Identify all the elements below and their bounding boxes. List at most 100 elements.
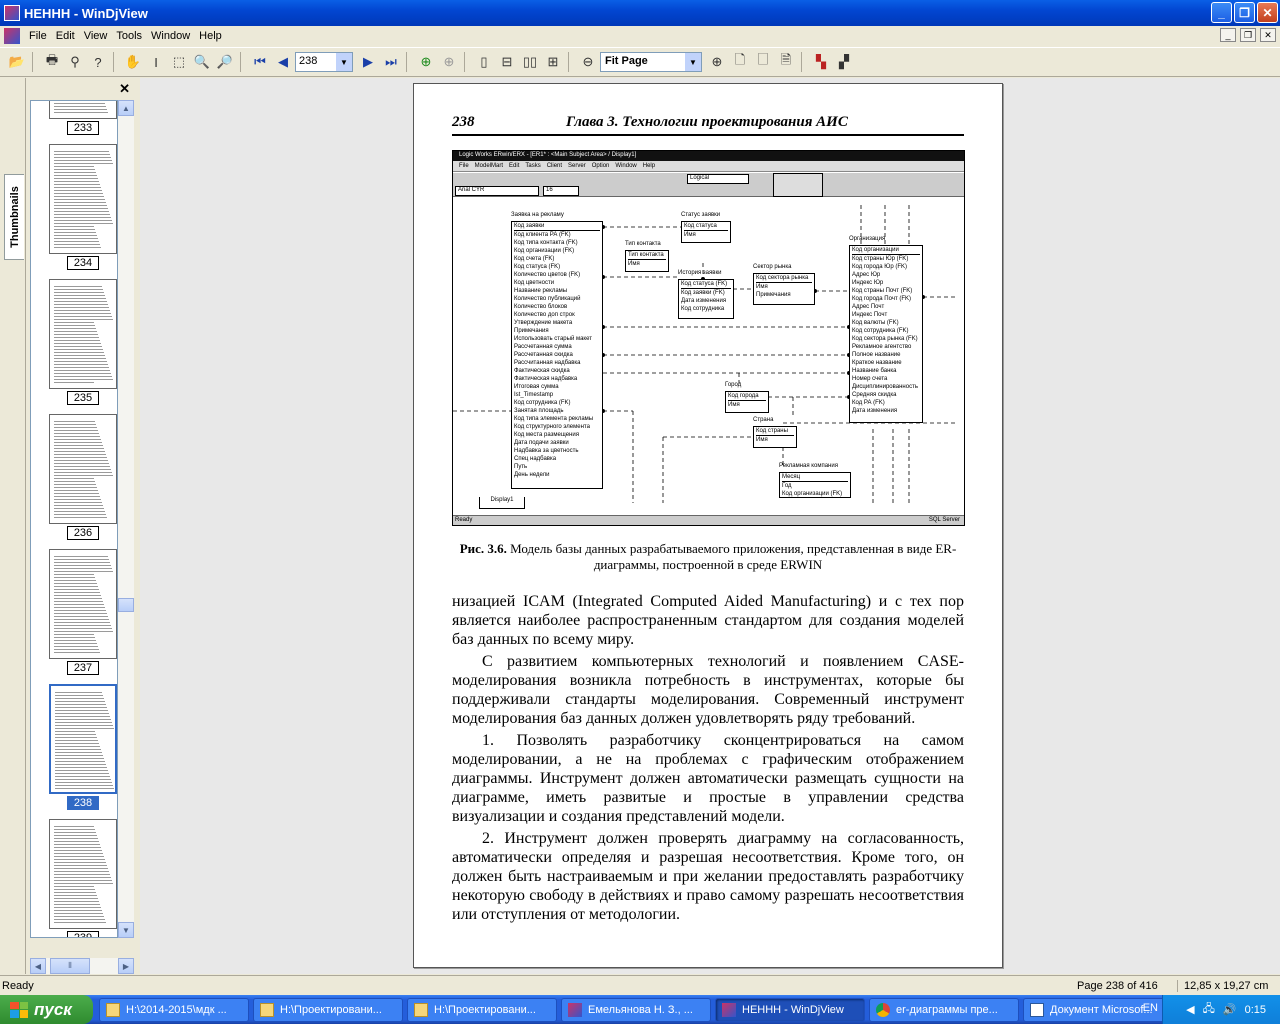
minimize-button[interactable]: _: [1211, 2, 1232, 23]
thumbnail-item[interactable]: 233: [49, 101, 117, 135]
volume-icon[interactable]: 🔊: [1223, 1003, 1237, 1016]
page-number-input[interactable]: 238 ▼: [295, 52, 353, 72]
thumbnail-item-selected[interactable]: 238: [49, 684, 117, 810]
entity-field: Код типа элемента рекламы: [514, 416, 594, 422]
fit-page-icon[interactable]: 🗌: [752, 51, 774, 73]
body-text: низацией ICAM (Integrated Computed Aided…: [452, 592, 964, 927]
scroll-thumb[interactable]: ⦀: [50, 958, 90, 974]
zoom-rect-icon[interactable]: 🔎: [214, 51, 236, 73]
thumbnail-page[interactable]: [49, 549, 117, 659]
zoom-in-icon[interactable]: ⊕: [706, 51, 728, 73]
taskbar-button[interactable]: H:\Проектировани...: [253, 997, 403, 1022]
thumbnail-horizontal-scrollbar[interactable]: ◀ ⦀ ▶: [30, 958, 134, 974]
thumbnail-page[interactable]: [49, 414, 117, 524]
help-icon[interactable]: ?: [87, 51, 109, 73]
first-page-icon[interactable]: ⏮: [249, 51, 271, 73]
open-icon[interactable]: 📂: [6, 51, 28, 73]
thumbnail-page[interactable]: [49, 144, 117, 254]
thumbnail-text-line: [54, 922, 106, 923]
language-indicator[interactable]: EN: [1143, 1002, 1158, 1014]
thumbnail-item[interactable]: 237: [49, 549, 117, 675]
menu-window[interactable]: Window: [148, 30, 196, 42]
display-mode-color-icon[interactable]: ▚: [810, 51, 832, 73]
display-mode-bw-icon[interactable]: ▞: [833, 51, 855, 73]
close-panel-icon[interactable]: ✕: [119, 81, 130, 97]
taskbar-button[interactable]: Емельянова Н. З., ...: [561, 997, 711, 1022]
thumbnail-text-line: [55, 695, 103, 696]
network-icon[interactable]: 🖧: [1203, 1000, 1215, 1019]
actual-size-icon[interactable]: 🗋: [729, 51, 751, 73]
figure-status: Ready SQL Server: [453, 515, 964, 525]
er-diagram-figure: Logic Works ERwin/ERX - [ER1* : <Main Su…: [452, 150, 965, 526]
chevron-down-icon[interactable]: ▼: [336, 53, 352, 71]
thumbnail-list[interactable]: 233 234 235 236 237 238 239: [30, 100, 118, 938]
menu-tools[interactable]: Tools: [113, 30, 148, 42]
scroll-right-icon[interactable]: ▶: [118, 958, 134, 974]
thumbnail-page[interactable]: [49, 279, 117, 389]
thumbnail-vertical-scrollbar[interactable]: ▲ ▼: [118, 100, 134, 938]
taskbar-button-active[interactable]: НЕННН - WinDjView: [715, 997, 865, 1022]
tab-thumbnails[interactable]: Thumbnails: [4, 174, 24, 260]
restore-button[interactable]: ❐: [1234, 2, 1255, 23]
status-text: Ready: [2, 980, 34, 992]
thumbnail-text-line: [54, 445, 103, 446]
thumbnail-page[interactable]: [49, 101, 117, 119]
facing-pages-icon[interactable]: ▯▯: [519, 51, 541, 73]
zoom-select[interactable]: Fit Page ▼: [600, 52, 702, 72]
thumbnail-item[interactable]: 239: [49, 819, 117, 937]
entity-field: Дата подачи заявки: [514, 440, 569, 446]
figure-status-right: SQL Server: [928, 517, 960, 523]
thumbnail-item[interactable]: 234: [49, 144, 117, 270]
continuous-facing-icon[interactable]: ⊞: [542, 51, 564, 73]
thumbnail-item[interactable]: 236: [49, 414, 117, 540]
menu-view[interactable]: View: [81, 30, 114, 42]
zoom-tool-icon[interactable]: 🔍: [191, 51, 213, 73]
scroll-up-icon[interactable]: ▲: [118, 100, 134, 116]
taskbar-button[interactable]: er-диаграммы пре...: [869, 997, 1019, 1022]
back-icon[interactable]: ⊕: [415, 51, 437, 73]
doc-restore-button[interactable]: ❐: [1240, 28, 1256, 42]
select-rect-icon[interactable]: ⬚: [168, 51, 190, 73]
continuous-icon[interactable]: ⊟: [496, 51, 518, 73]
fit-width-icon[interactable]: 🗎: [775, 51, 797, 73]
thumbnail-page[interactable]: [49, 684, 117, 794]
scroll-left-icon[interactable]: ◀: [30, 958, 46, 974]
windjview-app-icon[interactable]: [4, 5, 20, 21]
thumbnail-text-line: [55, 749, 101, 750]
previous-page-icon[interactable]: ◀: [272, 51, 294, 73]
doc-close-button[interactable]: ✕: [1260, 28, 1276, 42]
select-text-icon[interactable]: I: [145, 51, 167, 73]
chevron-down-icon[interactable]: ▼: [685, 53, 701, 71]
thumbnail-text-line: [54, 643, 97, 644]
toolbar-separator: [32, 52, 38, 72]
document-view[interactable]: 238 Глава 3. Технологии проектирования А…: [140, 78, 1280, 974]
last-page-icon[interactable]: ⏭: [380, 51, 402, 73]
next-page-icon[interactable]: ▶: [357, 51, 379, 73]
tray-back-icon[interactable]: ◀: [1186, 1003, 1194, 1016]
thumbnail-text-line: [54, 622, 110, 623]
thumbnail-text-line: [54, 199, 105, 200]
menu-edit[interactable]: Edit: [53, 30, 81, 42]
document-icon[interactable]: [4, 28, 20, 44]
thumbnail-item[interactable]: 235: [49, 279, 117, 405]
entity-field: Код города Почт (FK): [852, 296, 912, 302]
taskbar-button[interactable]: H:\2014-2015\мдк ...: [99, 997, 249, 1022]
scroll-down-icon[interactable]: ▼: [118, 922, 134, 938]
taskbar-button[interactable]: H:\Проектировани...: [407, 997, 557, 1022]
close-button[interactable]: ✕: [1257, 2, 1278, 23]
figure-caption: Рис. 3.6. Модель базы данных разрабатыва…: [452, 541, 964, 573]
forward-icon[interactable]: ⊕: [438, 51, 460, 73]
windjview-icon: [722, 1002, 736, 1017]
hand-tool-icon[interactable]: ✋: [122, 51, 144, 73]
print-icon[interactable]: 🖶: [41, 51, 63, 73]
start-button[interactable]: пуск: [0, 995, 93, 1024]
doc-minimize-button[interactable]: _: [1220, 28, 1236, 42]
menu-help[interactable]: Help: [196, 30, 228, 42]
thumbnail-text-line: [54, 604, 104, 605]
find-icon[interactable]: ⚲: [64, 51, 86, 73]
zoom-out-icon[interactable]: ⊖: [577, 51, 599, 73]
menu-file[interactable]: File: [26, 30, 53, 42]
single-page-icon[interactable]: ▯: [473, 51, 495, 73]
scroll-thumb[interactable]: [118, 598, 134, 612]
thumbnail-page[interactable]: [49, 819, 117, 929]
